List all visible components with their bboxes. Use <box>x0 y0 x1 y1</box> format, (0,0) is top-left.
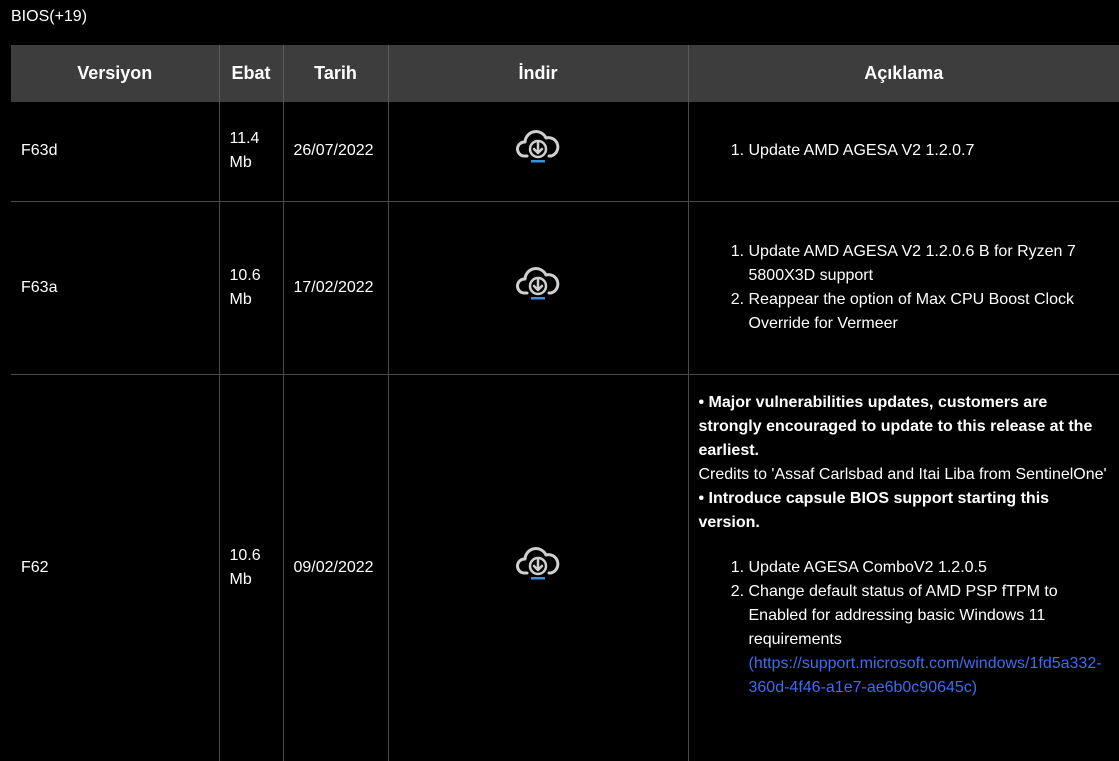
change-item: Update AMD AGESA V2 1.2.0.6 B for Ryzen … <box>749 240 1110 288</box>
cloud-download-icon[interactable] <box>516 127 560 167</box>
section-title: BIOS(+19) <box>11 8 88 25</box>
microsoft-support-link[interactable]: (https://support.microsoft.com/windows/1… <box>749 655 1102 696</box>
table-row: F63a 10.6 Mb 17/02/2022 1. Update AMD AG… <box>11 201 1119 375</box>
download-cell <box>387 102 688 202</box>
bios-page: BIOS(+19) Versiyon Ebat Tarih İndir Açık… <box>0 0 1119 761</box>
download-cell <box>387 374 688 761</box>
change-list: Update AGESA ComboV2 1.2.0.5 Change defa… <box>699 556 1110 700</box>
size-value: 11.4 <box>229 130 260 148</box>
header-date: Tarih <box>282 45 388 102</box>
table-row: F63d 11.4 Mb 26/07/2022 1. Update AMD AG… <box>11 102 1119 202</box>
header-download: İndir <box>387 45 688 102</box>
description-cell: Update AMD AGESA V2 1.2.0.6 B for Ryzen … <box>687 201 1119 375</box>
change-list: Update AMD AGESA V2 1.2.0.6 B for Ryzen … <box>699 240 1110 336</box>
header-size: Ebat <box>218 45 283 102</box>
bios-table: Versiyon Ebat Tarih İndir Açıklama F63d … <box>11 45 1119 761</box>
cloud-download-icon[interactable] <box>516 264 560 304</box>
size-cell: 10.6 Mb <box>218 374 283 761</box>
date-cell: 26/07/2022 <box>282 102 388 202</box>
capsule-note: • Introduce capsule BIOS support startin… <box>698 489 1050 531</box>
credits-note: Credits to 'Assaf Carlsbad and Itai Liba… <box>698 465 1107 483</box>
header-description: Açıklama <box>687 45 1119 102</box>
change-item: Reappear the option of Max CPU Boost Clo… <box>749 288 1110 336</box>
change-list: Update AMD AGESA V2 1.2.0.7 <box>699 139 1110 163</box>
size-value: 10.6 <box>229 266 261 284</box>
version-cell: F63d <box>11 102 219 202</box>
size-value: 10.6 <box>229 547 261 564</box>
table-header-row: Versiyon Ebat Tarih İndir Açıklama <box>11 45 1119 102</box>
change-item: Update AMD AGESA V2 1.2.0.7 <box>749 139 1110 163</box>
size-cell: 11.4 Mb <box>218 102 283 202</box>
description-cell: • Major vulnerabilities updates, custome… <box>687 374 1119 761</box>
size-unit: Mb <box>229 154 252 172</box>
download-cell <box>387 201 688 375</box>
change-item: Change default status of AMD PSP fTPM to… <box>749 580 1110 700</box>
version-cell: F62 <box>11 374 219 761</box>
description-cell: Update AMD AGESA V2 1.2.0.7 <box>687 102 1119 202</box>
change-item: Update AGESA ComboV2 1.2.0.5 <box>749 556 1110 580</box>
vulnerability-note: • Major vulnerabilities updates, custome… <box>698 393 1093 459</box>
change-item-text: Change default status of AMD PSP fTPM to… <box>748 582 1058 648</box>
size-unit: Mb <box>229 290 252 308</box>
header-version: Versiyon <box>11 45 219 102</box>
table-row: F62 10.6 Mb 09/02/2022 • Major vulnerabi… <box>11 374 1119 761</box>
size-unit: Mb <box>229 571 252 588</box>
cloud-download-icon[interactable] <box>516 544 560 584</box>
date-cell: 17/02/2022 <box>282 201 388 375</box>
size-cell: 10.6 Mb <box>218 201 283 375</box>
version-cell: F63a <box>11 201 219 375</box>
date-cell: 09/02/2022 <box>282 374 388 761</box>
